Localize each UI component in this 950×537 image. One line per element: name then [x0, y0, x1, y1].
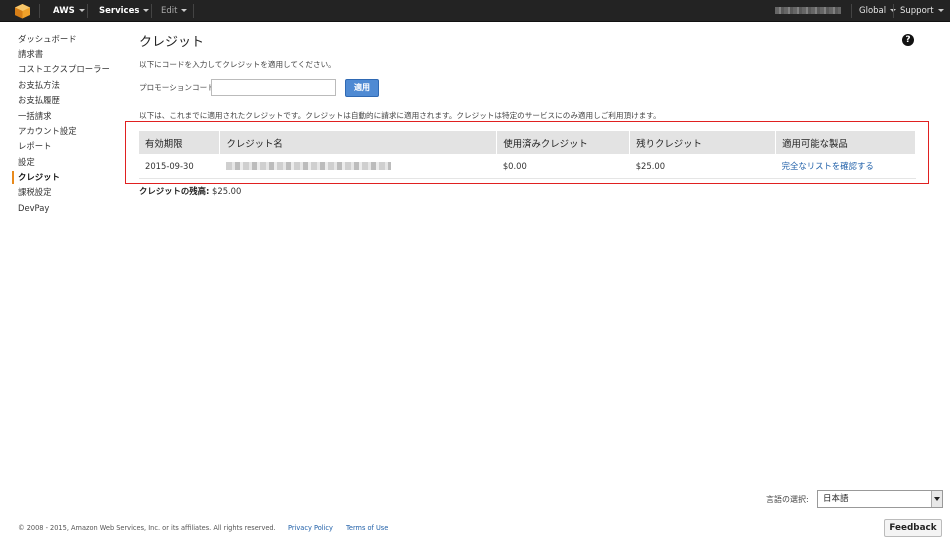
sidebar-item-consolidated-billing[interactable]: 一括請求 — [18, 109, 52, 123]
column-header-expiry[interactable]: 有効期限 — [139, 131, 221, 154]
credit-balance-label: クレジットの残高: — [139, 186, 210, 196]
products-list-link[interactable]: 完全なリストを確認する — [782, 161, 874, 171]
sidebar-item-bills[interactable]: 請求書 — [18, 47, 43, 61]
credits-description: 以下は、これまでに適用されたクレジットです。クレジットは自動的に請求に適用されま… — [139, 111, 661, 120]
sidebar-item-cost-explorer[interactable]: コストエクスプローラー — [18, 62, 110, 76]
aws-menu-label: AWS — [53, 6, 75, 16]
promo-code-label: プロモーションコード: — [139, 83, 218, 92]
active-indicator — [12, 171, 14, 184]
chevron-down-icon — [143, 9, 150, 12]
cell-products: 完全なリストを確認する — [775, 154, 916, 179]
column-header-used-credit[interactable]: 使用済みクレジット — [496, 131, 631, 154]
support-menu[interactable]: Support — [900, 0, 944, 22]
region-menu-label: Global — [859, 6, 887, 16]
table-row: 2015-09-30 $0.00 $25.00 完全なリストを確認する — [139, 154, 916, 179]
terms-of-use-link[interactable]: Terms of Use — [346, 524, 388, 532]
intro-text: 以下にコードを入力してクレジットを適用してください。 — [139, 60, 336, 69]
account-name-redacted[interactable] — [775, 7, 841, 14]
column-header-credit-name[interactable]: クレジット名 — [219, 131, 498, 154]
edit-menu-label: Edit — [161, 6, 178, 16]
support-menu-label: Support — [900, 6, 934, 16]
sidebar-item-tax-settings[interactable]: 課税設定 — [18, 185, 52, 199]
aws-menu[interactable]: AWS — [53, 0, 85, 22]
sidebar-item-payment-history[interactable]: お支払履歴 — [18, 93, 60, 107]
dropdown-arrow-icon[interactable] — [931, 491, 942, 507]
cell-used-credit: $0.00 — [496, 154, 630, 179]
sidebar-item-account-settings[interactable]: アカウント設定 — [18, 124, 77, 138]
chevron-down-icon — [78, 9, 85, 12]
region-menu[interactable]: Global — [859, 0, 897, 22]
nav-divider — [151, 4, 152, 18]
column-header-remaining-credit[interactable]: 残りクレジット — [629, 131, 777, 154]
feedback-button[interactable]: Feedback — [884, 519, 942, 537]
credit-balance: クレジットの残高: $25.00 — [139, 185, 241, 197]
promo-code-input[interactable] — [211, 79, 336, 96]
credit-balance-value: $25.00 — [212, 186, 242, 196]
credits-table: 有効期限 クレジット名 使用済みクレジット 残りクレジット 適用可能な製品 20… — [139, 131, 916, 179]
cell-expiry: 2015-09-30 — [139, 154, 220, 179]
nav-divider — [851, 4, 852, 18]
language-label: 言語の選択: — [766, 495, 809, 504]
nav-divider — [39, 4, 40, 18]
nav-divider — [193, 4, 194, 18]
edit-menu[interactable]: Edit — [161, 0, 188, 22]
privacy-policy-link[interactable]: Privacy Policy — [288, 524, 333, 532]
services-menu-label: Services — [99, 6, 140, 16]
copyright-text: © 2008 - 2015, Amazon Web Services, Inc.… — [18, 524, 276, 532]
sidebar-item-preferences[interactable]: 設定 — [18, 155, 35, 169]
help-icon[interactable]: ? — [902, 34, 914, 46]
table-header-row: 有効期限 クレジット名 使用済みクレジット 残りクレジット 適用可能な製品 — [139, 131, 916, 154]
sidebar-item-reports[interactable]: レポート — [18, 139, 52, 153]
sidebar-item-credits[interactable]: クレジット — [18, 170, 60, 184]
top-nav-bar: AWS Services Edit Global Support — [0, 0, 950, 22]
services-menu[interactable]: Services — [99, 0, 150, 22]
sidebar-item-devpay[interactable]: DevPay — [18, 201, 49, 215]
language-selected-value: 日本語 — [823, 494, 849, 504]
credit-name-redacted — [225, 162, 391, 171]
page-title: クレジット — [139, 35, 205, 50]
apply-button[interactable]: 適用 — [345, 79, 379, 97]
nav-divider — [87, 4, 88, 18]
nav-divider — [893, 4, 894, 18]
column-header-applicable-products: 適用可能な製品 — [775, 131, 916, 154]
chevron-down-icon — [937, 9, 944, 12]
sidebar-item-dashboard[interactable]: ダッシュボード — [18, 32, 77, 46]
aws-cube-logo-icon[interactable] — [14, 3, 31, 19]
language-select[interactable]: 日本語 — [817, 490, 943, 508]
cell-remaining-credit: $25.00 — [629, 154, 776, 179]
chevron-down-icon — [181, 9, 188, 12]
sidebar-item-payment-method[interactable]: お支払方法 — [18, 78, 60, 92]
cell-credit-name — [219, 154, 497, 179]
